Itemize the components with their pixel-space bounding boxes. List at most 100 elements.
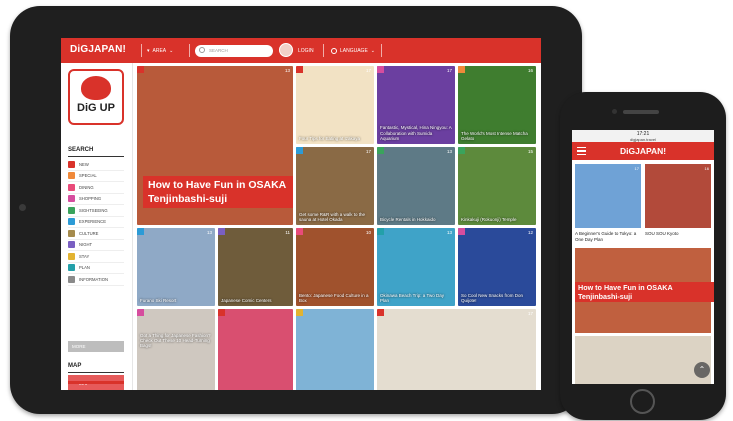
article-title: Get some R&R with a walk to the sauna at…	[299, 211, 366, 222]
category-icon	[68, 252, 75, 260]
phone-site-logo[interactable]: DiGJAPAN!	[620, 146, 666, 156]
category-tag	[296, 66, 303, 73]
search-placeholder: SEARCH	[209, 48, 228, 53]
sidebar-item-sightseeing[interactable]: SIGHTSEEING	[68, 205, 124, 217]
like-count: 13	[446, 230, 452, 235]
more-button[interactable]: MORE	[68, 341, 124, 352]
category-tag	[296, 228, 303, 235]
language-dropdown[interactable]: LANGUAGE ⌄	[331, 48, 375, 54]
sidebar-item-label: NEW	[79, 161, 89, 167]
sidebar-item-shopping[interactable]: SHOPPING	[68, 194, 124, 205]
category-icon	[68, 218, 75, 226]
article-card[interactable]: 11 Japanese Comic Centers	[218, 228, 293, 306]
article-card[interactable]: 13 Furano Ski Resort	[137, 228, 215, 306]
phone-article-card[interactable]	[575, 336, 711, 384]
category-tag	[458, 228, 465, 235]
article-card[interactable]: 17	[377, 309, 536, 390]
article-title: Four Tips for Eating at Izakaya	[299, 135, 361, 141]
device-mockup-stage: DiGJAPAN! ▾ AREA ⌄ SEARCH LOGIN LANGUAGE…	[0, 0, 733, 421]
iphone-device: 17:21 digjapan.travel DiGJAPAN! 17 16 A …	[560, 92, 726, 420]
sidebar-item-label: SPECIAL	[79, 173, 97, 179]
sidebar-item-special[interactable]: SPECIAL	[68, 171, 124, 182]
article-card[interactable]: 13 Bicycle Rentals in Hokkaido	[377, 147, 455, 225]
category-tag	[458, 147, 465, 154]
article-card-feature[interactable]: 13 How to Have Fun in OSAKA Tenjinbashi-…	[137, 66, 293, 225]
chevron-down-icon: ⌄	[169, 48, 174, 54]
article-card[interactable]: 17 Four Tips for Eating at Izakaya	[296, 66, 374, 144]
phone-status-bar: 17:21 digjapan.travel	[572, 130, 714, 142]
category-tag	[137, 309, 144, 316]
top-nav-bar: DiGJAPAN! ▾ AREA ⌄ SEARCH LOGIN LANGUAGE…	[61, 38, 541, 63]
phone-article-title: SOU SOU Kyoto	[645, 231, 679, 236]
menu-icon[interactable]	[577, 147, 586, 155]
sidebar-item-night[interactable]: NIGHT	[68, 240, 124, 251]
sidebar-bottom-bar	[68, 381, 124, 384]
article-card[interactable]: 15 Kinkakuji (Rokuonji) Temple	[458, 147, 536, 225]
category-tag	[458, 66, 465, 73]
category-icon	[68, 229, 75, 237]
sidebar-item-stay[interactable]: STAY	[68, 251, 124, 263]
article-title: Got a Thing for Japanese Fashion? Check …	[140, 333, 211, 349]
article-card[interactable]	[218, 309, 293, 390]
article-card[interactable]: 10 Bento: Japanese Food Culture in a Box	[296, 228, 374, 306]
article-title: Bento: Japanese Food Culture in a Box	[299, 292, 369, 303]
home-button	[630, 389, 655, 414]
dig-up-badge-text: DiG UP	[77, 102, 115, 114]
language-label: LANGUAGE	[340, 48, 368, 54]
sidebar-item-experience[interactable]: EXPERIENCE	[68, 217, 124, 228]
category-icon	[68, 160, 75, 168]
sidebar-item-label: CULTURE	[79, 230, 99, 236]
dig-up-logo-icon	[81, 76, 111, 100]
feature-title: How to Have Fun in OSAKA Tenjinbashi-suj…	[143, 176, 293, 208]
category-tag	[296, 147, 303, 154]
phone-article-card[interactable]: 17	[575, 164, 641, 228]
article-card[interactable]: 17 Fantastic, Mystical, Hina Ningyou: A …	[377, 66, 455, 144]
nav-divider	[381, 44, 382, 57]
sidebar-item-label: SIGHTSEEING	[79, 207, 108, 213]
sidebar-item-label: PLAN	[79, 265, 90, 271]
map-pin-icon: ▾	[147, 48, 150, 54]
site-logo[interactable]: DiGJAPAN!	[70, 44, 126, 55]
nav-divider	[189, 44, 190, 57]
article-card[interactable]: 17 Get some R&R with a walk to the sauna…	[296, 147, 374, 225]
like-count: 16	[527, 68, 533, 73]
ipad-camera	[19, 204, 26, 211]
article-card[interactable]: 13 Okinawa Beach Trip: a Two Day Plan	[377, 228, 455, 306]
category-tag	[137, 66, 144, 73]
article-card[interactable]: Got a Thing for Japanese Fashion? Check …	[137, 309, 215, 390]
avatar[interactable]	[279, 43, 293, 57]
dig-up-badge[interactable]: DiG UP	[68, 69, 124, 125]
divider	[68, 372, 124, 373]
nav-divider	[323, 44, 324, 57]
sidebar-item-new[interactable]: NEW	[68, 159, 124, 171]
like-count: 17	[446, 68, 452, 73]
sidebar-item-dining[interactable]: DINING	[68, 182, 124, 194]
phone-article-card[interactable]: 16	[645, 164, 711, 228]
search-input[interactable]: SEARCH	[195, 45, 273, 57]
category-icon	[68, 172, 75, 180]
category-tag	[377, 66, 384, 73]
category-tag	[218, 228, 225, 235]
scroll-top-button[interactable]: ⌃	[694, 362, 710, 378]
area-label: AREA	[152, 48, 167, 54]
map-heading: MAP	[68, 363, 82, 369]
sidebar-item-culture[interactable]: CULTURE	[68, 228, 124, 240]
iphone-speaker	[623, 110, 659, 114]
like-count: 13	[206, 230, 212, 235]
sidebar-item-information[interactable]: INFORMATION	[68, 274, 124, 286]
iphone-screen: 17:21 digjapan.travel DiGJAPAN! 17 16 A …	[572, 130, 714, 384]
article-card[interactable]: 16 The World's Most Intense Matcha Gelat…	[458, 66, 536, 144]
like-count: 13	[446, 149, 452, 154]
sidebar-item-plan[interactable]: PLAN	[68, 263, 124, 274]
article-card[interactable]	[296, 309, 374, 390]
like-count: 17	[365, 68, 371, 73]
article-title: Furano Ski Resort	[140, 297, 177, 303]
like-count: 17	[634, 166, 639, 171]
category-icon	[68, 206, 75, 214]
article-title: Japanese Comic Centers	[221, 297, 272, 303]
article-card[interactable]: 12 So Cool New Snacks from Don Quijote!	[458, 228, 536, 306]
area-dropdown[interactable]: ▾ AREA ⌄	[147, 48, 173, 54]
login-link[interactable]: LOGIN	[298, 48, 314, 54]
category-tag	[377, 309, 384, 316]
ipad-device: DiGJAPAN! ▾ AREA ⌄ SEARCH LOGIN LANGUAGE…	[10, 6, 582, 414]
